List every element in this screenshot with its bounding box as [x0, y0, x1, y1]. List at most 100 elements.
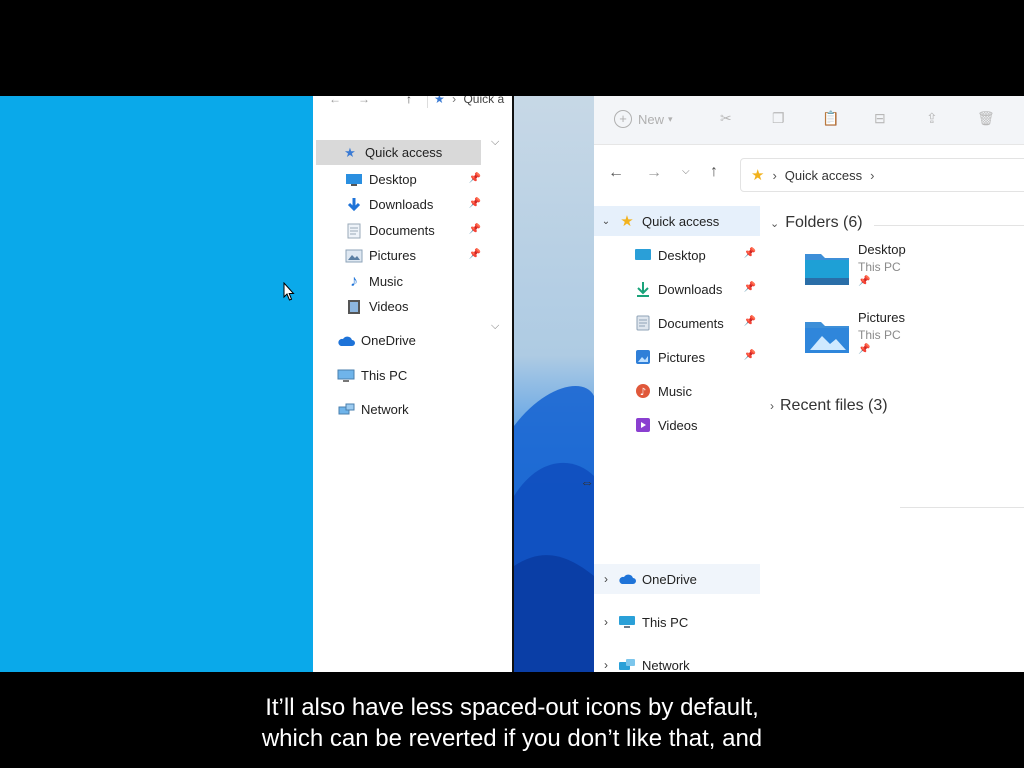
sidebar-item-downloads[interactable]: Downloads 📌: [634, 274, 760, 304]
mouse-pointer-icon: [283, 282, 295, 301]
folder-tile-desktop[interactable]: Desktop This PC 📌: [804, 242, 954, 302]
folder-tile-pictures[interactable]: Pictures This PC 📌: [804, 310, 954, 370]
chevron-down-icon[interactable]: ⌄: [594, 216, 618, 227]
section-divider: [874, 225, 1024, 226]
share-icon[interactable]: ⇪: [926, 110, 938, 127]
copy-icon[interactable]: ❐: [772, 110, 785, 127]
back-arrow-icon[interactable]: ←: [329, 96, 341, 106]
sidebar-item-onedrive[interactable]: › OneDrive: [594, 564, 760, 594]
sidebar-item-network[interactable]: Network: [337, 397, 481, 422]
sidebar-item-label: This PC: [642, 614, 689, 630]
documents-icon: [634, 314, 652, 332]
chevron-down-icon: ▾: [668, 113, 673, 124]
sidebar-item-label: Quick access: [642, 213, 720, 229]
collapse-chevron-icon[interactable]: ⌵: [491, 136, 499, 149]
sidebar-item-label: Network: [361, 402, 409, 417]
pin-icon[interactable]: 📌: [469, 198, 481, 209]
recent-locations-chevron-icon[interactable]: ⌵: [682, 166, 690, 177]
folders-header-label: Folders (6): [785, 214, 863, 231]
sidebar-item-network[interactable]: › Network: [594, 650, 760, 673]
chevron-right-icon[interactable]: ›: [594, 658, 618, 672]
subtitle-line-2: which can be reverted if you don’t like …: [261, 725, 763, 752]
video-frame: ← → ↑ ★ › Quick a ⌵ ⌵ ★ Quick access Des…: [0, 96, 1024, 672]
pictures-icon: [634, 348, 652, 366]
sidebar-item-label: OneDrive: [642, 571, 697, 587]
cut-icon[interactable]: ✂: [720, 110, 732, 127]
collapse-chevron-icon[interactable]: ⌵: [491, 320, 499, 333]
cloud-icon: [618, 570, 636, 588]
pin-icon[interactable]: 📌: [744, 350, 756, 361]
back-arrow-icon[interactable]: ←: [608, 164, 624, 182]
sidebar-item-desktop[interactable]: Desktop 📌: [634, 240, 760, 270]
sidebar-item-label: Network: [642, 657, 690, 673]
sidebar-item-label: Pictures: [369, 248, 416, 263]
chevron-right-icon[interactable]: ›: [770, 399, 774, 413]
pin-icon[interactable]: 📌: [744, 316, 756, 327]
breadcrumb-location[interactable]: Quick access: [785, 168, 862, 183]
sidebar-item-music[interactable]: ♪ Music: [634, 376, 760, 406]
rename-icon[interactable]: ⊟: [874, 110, 886, 127]
download-icon: [634, 280, 652, 298]
sidebar-item-this-pc[interactable]: This PC: [337, 363, 481, 388]
folders-section-header[interactable]: ⌄ Folders (6): [770, 214, 863, 232]
folder-name: Desktop: [858, 242, 906, 257]
address-bar[interactable]: ← → ↑ ★ › Quick a: [313, 96, 512, 110]
new-button-label: New: [638, 111, 665, 127]
up-arrow-icon[interactable]: ↑: [710, 163, 718, 181]
sidebar-item-label: Quick access: [365, 145, 443, 160]
sidebar-item-downloads[interactable]: Downloads 📌: [345, 192, 481, 217]
delete-icon[interactable]: 🗑: [977, 110, 995, 127]
sidebar-item-this-pc[interactable]: › This PC: [594, 607, 760, 637]
recent-header-label: Recent files (3): [780, 397, 888, 414]
pc-icon: [337, 367, 355, 385]
recent-files-section-header[interactable]: › Recent files (3): [770, 397, 888, 415]
desktop-icon: [634, 246, 652, 264]
chevron-right-icon[interactable]: ›: [594, 615, 618, 629]
up-arrow-icon[interactable]: ↑: [406, 96, 412, 106]
sidebar-item-quick-access[interactable]: ⌄ ★ Quick access: [594, 206, 760, 236]
sidebar-item-quick-access[interactable]: ★ Quick access: [316, 140, 481, 165]
address-bar[interactable]: ★ › Quick access ›: [740, 158, 1024, 192]
sidebar-item-label: Documents: [369, 223, 435, 238]
sidebar-item-pictures[interactable]: Pictures 📌: [634, 342, 760, 372]
sidebar-item-onedrive[interactable]: OneDrive: [337, 328, 481, 353]
pin-icon[interactable]: 📌: [469, 173, 481, 184]
forward-arrow-icon[interactable]: →: [646, 164, 662, 182]
sidebar-item-documents[interactable]: Documents 📌: [634, 308, 760, 338]
chevron-right-icon[interactable]: ›: [870, 168, 874, 183]
pin-icon[interactable]: 📌: [744, 282, 756, 293]
sidebar-item-label: Desktop: [658, 247, 706, 263]
sidebar-item-label: Documents: [658, 315, 724, 331]
sidebar-item-music[interactable]: ♪ Music: [345, 269, 481, 294]
windows11-file-explorer: + New ▾ ✂ ❐ 📋 ⊟ ⇪ 🗑 ← → ⌵ ↑ ★ › Quick ac…: [594, 96, 1024, 672]
plus-icon: +: [614, 110, 632, 128]
network-icon: [337, 401, 355, 419]
sidebar-item-pictures[interactable]: Pictures 📌: [345, 243, 481, 268]
windows10-file-explorer: ← → ↑ ★ › Quick a ⌵ ⌵ ★ Quick access Des…: [313, 96, 512, 672]
pin-icon[interactable]: 📌: [469, 249, 481, 260]
pin-icon[interactable]: 📌: [469, 224, 481, 235]
windows11-wallpaper: ⇔: [514, 96, 594, 672]
sidebar-item-desktop[interactable]: Desktop 📌: [345, 167, 481, 192]
sidebar-item-documents[interactable]: Documents 📌: [345, 218, 481, 243]
pin-icon[interactable]: 📌: [744, 248, 756, 259]
star-icon: ★: [751, 167, 765, 184]
sidebar-item-videos[interactable]: Videos: [634, 410, 760, 440]
network-icon: [618, 656, 636, 672]
paste-icon[interactable]: 📋: [822, 110, 839, 127]
windows10-desktop-background: [0, 96, 313, 672]
chevron-down-icon[interactable]: ⌄: [770, 217, 779, 230]
sidebar-item-label: Pictures: [658, 349, 705, 365]
folder-icon: [804, 316, 850, 354]
sidebar-item-label: OneDrive: [361, 333, 416, 348]
navigation-pane: ⌄ ★ Quick access Desktop 📌 Downloads 📌 D…: [594, 206, 764, 672]
command-bar: + New ▾ ✂ ❐ 📋 ⊟ ⇪ 🗑: [594, 96, 1024, 145]
sidebar-item-videos[interactable]: Videos: [345, 294, 481, 319]
forward-arrow-icon[interactable]: →: [358, 96, 370, 106]
pc-icon: [618, 613, 636, 631]
navigation-bar: ← → ⌵ ↑ ★ › Quick access ›: [594, 154, 1024, 194]
videos-icon: [345, 298, 363, 316]
folder-location: This PC: [858, 260, 901, 274]
chevron-right-icon[interactable]: ›: [594, 572, 618, 586]
new-button[interactable]: + New ▾: [614, 110, 673, 128]
